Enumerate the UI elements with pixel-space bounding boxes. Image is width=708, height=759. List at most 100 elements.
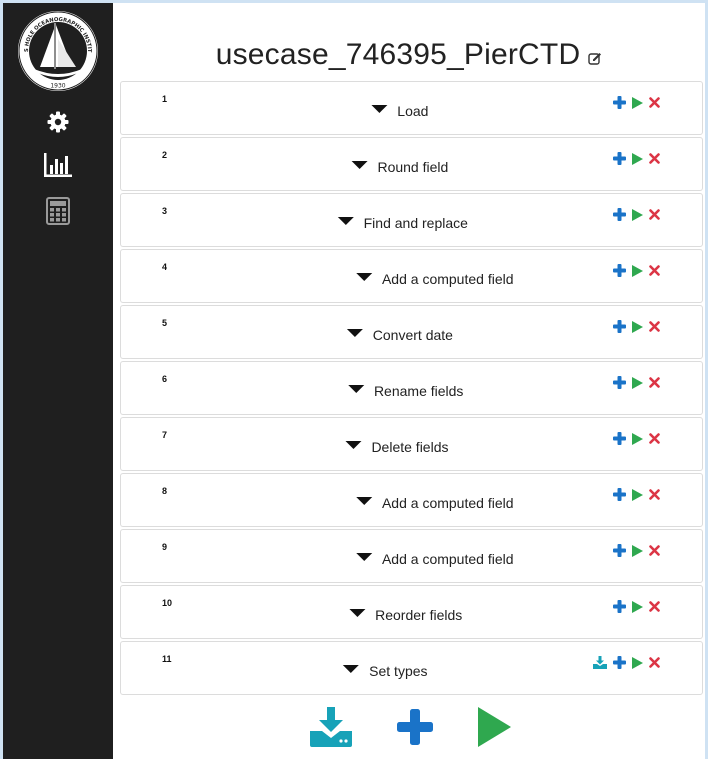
app-frame: WOODS HOLE OCEANOGRAPHIC INSTITUTION 193… — [3, 3, 705, 759]
add-step-icon[interactable] — [613, 488, 626, 501]
caret-down-icon — [371, 105, 388, 113]
caret-down-icon — [343, 665, 360, 673]
workflow-step-row: 4 Add a computed field — [120, 249, 703, 303]
step-label: Reorder fields — [375, 607, 463, 623]
title-row: usecase_746395_PierCTD — [113, 35, 705, 75]
bottom-action-bar — [308, 706, 512, 748]
step-number: 11 — [162, 654, 172, 664]
run-step-icon[interactable] — [632, 96, 643, 109]
run-step-icon[interactable] — [632, 656, 643, 669]
step-label: Set types — [369, 663, 428, 679]
delete-step-icon[interactable] — [649, 97, 660, 108]
workflow-step-row: 9 Add a computed field — [120, 529, 703, 583]
delete-step-icon[interactable] — [649, 321, 660, 332]
delete-step-icon[interactable] — [649, 377, 660, 388]
run-all-icon[interactable] — [476, 706, 512, 748]
run-step-icon[interactable] — [632, 208, 643, 221]
step-collapse-toggle[interactable]: Add a computed field — [355, 551, 514, 567]
logo-year: 1930 — [50, 83, 65, 90]
step-actions — [613, 208, 660, 221]
step-actions — [613, 320, 660, 333]
delete-step-icon[interactable] — [649, 153, 660, 164]
add-step-icon[interactable] — [613, 320, 626, 333]
step-actions — [613, 432, 660, 445]
delete-step-icon[interactable] — [649, 265, 660, 276]
add-step-icon[interactable] — [613, 376, 626, 389]
add-step-icon[interactable] — [396, 708, 434, 746]
run-step-icon[interactable] — [632, 152, 643, 165]
caret-down-icon — [355, 497, 372, 505]
workflow-step-row: 6 Rename fields — [120, 361, 703, 415]
step-collapse-toggle[interactable]: Convert date — [346, 327, 453, 343]
workflow-steps-list: 1 Load 2 Round field 3 Find and replace 4 Add a… — [120, 81, 703, 697]
step-actions — [613, 600, 660, 613]
delete-step-icon[interactable] — [649, 601, 660, 612]
step-number: 10 — [162, 598, 173, 608]
delete-step-icon[interactable] — [649, 209, 660, 220]
delete-step-icon[interactable] — [649, 545, 660, 556]
step-label: Delete fields — [371, 439, 449, 455]
workflow-step-row: 2 Round field — [120, 137, 703, 191]
caret-down-icon — [347, 385, 364, 393]
step-number: 8 — [162, 486, 168, 496]
step-label: Find and replace — [363, 215, 468, 231]
step-number: 7 — [162, 430, 168, 440]
step-number: 2 — [162, 150, 168, 160]
delete-step-icon[interactable] — [649, 489, 660, 500]
download-icon[interactable] — [593, 656, 607, 669]
add-step-icon[interactable] — [613, 656, 626, 669]
sidebar: WOODS HOLE OCEANOGRAPHIC INSTITUTION 193… — [3, 3, 113, 759]
step-collapse-toggle[interactable]: Reorder fields — [349, 607, 462, 623]
step-label: Convert date — [372, 327, 453, 343]
edit-icon[interactable] — [588, 52, 602, 66]
add-step-icon[interactable] — [613, 96, 626, 109]
step-label: Rename fields — [373, 383, 464, 399]
run-step-icon[interactable] — [632, 264, 643, 277]
step-label: Load — [397, 103, 429, 119]
main-panel: usecase_746395_PierCTD 1 Load 2 Round field… — [113, 3, 705, 759]
workflow-step-row: 8 Add a computed field — [120, 473, 703, 527]
run-step-icon[interactable] — [632, 600, 643, 613]
step-actions — [613, 376, 660, 389]
step-label: Add a computed field — [381, 271, 514, 287]
step-collapse-toggle[interactable]: Rename fields — [347, 383, 464, 399]
step-collapse-toggle[interactable]: Load — [371, 103, 428, 119]
caret-down-icon — [345, 441, 362, 449]
run-step-icon[interactable] — [632, 376, 643, 389]
add-step-icon[interactable] — [613, 544, 626, 557]
step-collapse-toggle[interactable]: Round field — [351, 159, 448, 175]
calculator-icon[interactable] — [43, 196, 73, 226]
add-step-icon[interactable] — [613, 600, 626, 613]
add-step-icon[interactable] — [613, 208, 626, 221]
add-step-icon[interactable] — [613, 432, 626, 445]
run-step-icon[interactable] — [632, 544, 643, 557]
page-title: usecase_746395_PierCTD — [215, 38, 581, 71]
step-label: Add a computed field — [381, 495, 514, 511]
step-number: 5 — [162, 318, 168, 328]
download-icon[interactable] — [308, 707, 354, 747]
step-number: 9 — [162, 542, 168, 552]
caret-down-icon — [346, 329, 363, 337]
step-number: 4 — [162, 262, 168, 272]
run-step-icon[interactable] — [632, 320, 643, 333]
caret-down-icon — [337, 217, 354, 225]
step-label: Add a computed field — [381, 551, 514, 567]
delete-step-icon[interactable] — [649, 657, 660, 668]
step-collapse-toggle[interactable]: Set types — [343, 663, 428, 679]
institution-logo[interactable]: WOODS HOLE OCEANOGRAPHIC INSTITUTION 193… — [13, 5, 100, 93]
step-actions — [613, 152, 660, 165]
gear-icon[interactable] — [43, 107, 73, 137]
step-collapse-toggle[interactable]: Add a computed field — [355, 271, 514, 287]
run-step-icon[interactable] — [632, 488, 643, 501]
step-collapse-toggle[interactable]: Add a computed field — [355, 495, 514, 511]
step-collapse-toggle[interactable]: Find and replace — [337, 215, 468, 231]
add-step-icon[interactable] — [613, 264, 626, 277]
run-step-icon[interactable] — [632, 432, 643, 445]
caret-down-icon — [355, 273, 372, 281]
workflow-step-row: 5 Convert date — [120, 305, 703, 359]
add-step-icon[interactable] — [613, 152, 626, 165]
workflow-step-row: 11 Set types — [120, 641, 703, 695]
bar-chart-icon[interactable] — [43, 150, 73, 180]
delete-step-icon[interactable] — [649, 433, 660, 444]
step-collapse-toggle[interactable]: Delete fields — [345, 439, 448, 455]
